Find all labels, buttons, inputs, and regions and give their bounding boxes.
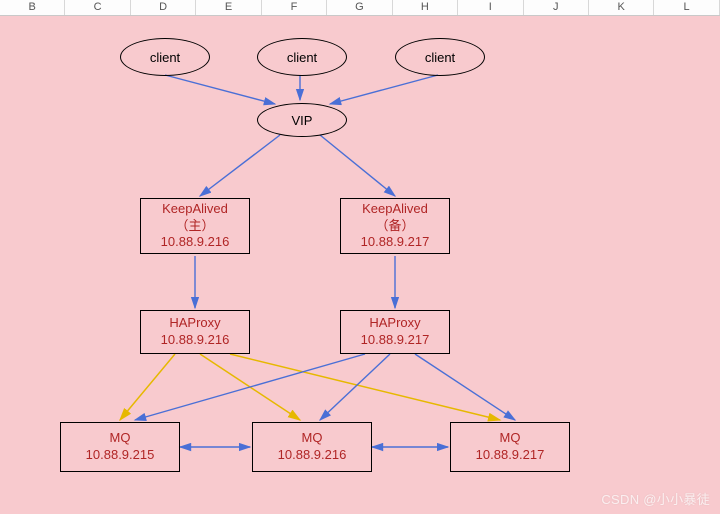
col-header: C	[65, 0, 130, 15]
node-ip: 10.88.9.215	[86, 447, 155, 464]
mq-3: MQ 10.88.9.217	[450, 422, 570, 472]
watermark-text: CSDN @小小暴徒	[601, 489, 710, 508]
haproxy-2: HAProxy 10.88.9.217	[340, 310, 450, 354]
keepalived-primary: KeepAlived （主） 10.88.9.216	[140, 198, 250, 254]
col-header: D	[131, 0, 196, 15]
client-label: client	[425, 50, 455, 65]
col-header: F	[262, 0, 327, 15]
col-header: H	[393, 0, 458, 15]
col-header: I	[458, 0, 523, 15]
col-header: L	[654, 0, 719, 15]
node-ip: 10.88.9.216	[278, 447, 347, 464]
col-header: G	[327, 0, 392, 15]
node-title: KeepAlived	[162, 201, 228, 218]
client-node-2: client	[257, 38, 347, 76]
node-title: MQ	[302, 430, 323, 447]
node-ip: 10.88.9.217	[361, 234, 430, 251]
col-header: J	[524, 0, 589, 15]
node-ip: 10.88.9.216	[161, 234, 230, 251]
col-header: K	[589, 0, 654, 15]
mq-2: MQ 10.88.9.216	[252, 422, 372, 472]
node-title: KeepAlived	[362, 201, 428, 218]
node-title: HAProxy	[169, 315, 220, 332]
col-header: B	[0, 0, 65, 15]
vip-node: VIP	[257, 103, 347, 137]
node-role: （备）	[375, 218, 414, 235]
client-label: client	[150, 50, 180, 65]
mq-1: MQ 10.88.9.215	[60, 422, 180, 472]
client-node-1: client	[120, 38, 210, 76]
node-ip: 10.88.9.216	[161, 332, 230, 349]
node-role: （主）	[175, 218, 214, 235]
node-title: MQ	[110, 430, 131, 447]
node-title: HAProxy	[369, 315, 420, 332]
client-node-3: client	[395, 38, 485, 76]
haproxy-1: HAProxy 10.88.9.216	[140, 310, 250, 354]
diagram-canvas: B C D E F G H I J K L	[0, 0, 720, 514]
column-headers: B C D E F G H I J K L	[0, 0, 720, 16]
client-label: client	[287, 50, 317, 65]
keepalived-backup: KeepAlived （备） 10.88.9.217	[340, 198, 450, 254]
node-ip: 10.88.9.217	[361, 332, 430, 349]
col-header: E	[196, 0, 261, 15]
vip-label: VIP	[292, 113, 313, 128]
node-ip: 10.88.9.217	[476, 447, 545, 464]
node-title: MQ	[500, 430, 521, 447]
